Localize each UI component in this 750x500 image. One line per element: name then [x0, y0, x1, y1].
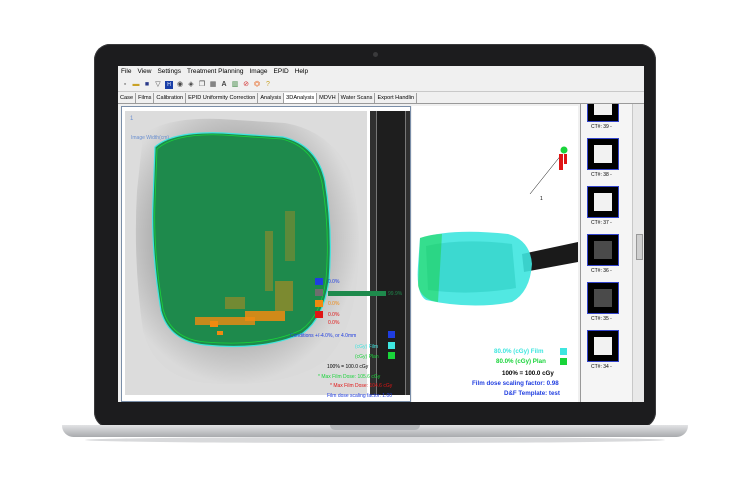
new-file-icon[interactable]: ▫: [121, 81, 129, 89]
plan-legend-label: (cGy) Plan: [355, 354, 379, 360]
film-legend-label: (cGy) Film: [355, 344, 379, 350]
film-swatch: [388, 342, 395, 349]
legend-value-extra: 0.0%: [328, 320, 340, 326]
legend-swatch-blue: [315, 278, 323, 285]
film-threshold-swatch: [560, 348, 567, 355]
ct-thumbnail[interactable]: [587, 186, 619, 218]
3d-view-panel[interactable]: 1 80.0% (cGy) Film 80.0% (cGy) Plan 100%…: [412, 106, 578, 402]
dose-map: 1 Image Width(cm): [125, 111, 367, 395]
ct-thumbnail-label: CT#: 34 -: [591, 364, 612, 370]
ct-slice-image: [594, 241, 612, 259]
menu-file[interactable]: File: [118, 66, 134, 78]
scaling-factor-label: Film dose scaling factor: 0.98: [472, 380, 559, 387]
menu-settings[interactable]: Settings: [154, 66, 184, 78]
ct-slice-image: [594, 145, 612, 163]
epid-icon[interactable]: H: [165, 80, 173, 89]
ct-thumbnail[interactable]: [587, 330, 619, 362]
ct-slice-image: [594, 193, 612, 211]
tab-case[interactable]: Case: [118, 93, 137, 103]
ct-thumbnail-label: CT#: 37 -: [591, 220, 612, 226]
film-threshold-label: 80.0% (cGy) Film: [494, 348, 544, 355]
menu-epid[interactable]: EPID: [271, 66, 292, 78]
help-icon[interactable]: ?: [264, 81, 272, 89]
stop-icon[interactable]: ⊘: [242, 81, 250, 89]
plan-threshold-label: 80.0% (cGy) Plan: [496, 358, 546, 365]
alert-icon[interactable]: ⏣: [253, 81, 261, 89]
copy-icon[interactable]: ❐: [198, 81, 206, 89]
grid-icon[interactable]: ▦: [209, 81, 217, 89]
eye-icon[interactable]: ◉: [176, 81, 184, 89]
dose-image[interactable]: 1 Image Width(cm): [125, 111, 367, 395]
conditions-swatch: [388, 331, 395, 338]
template-label: D&F Template: test: [504, 390, 560, 397]
tab-mdvh[interactable]: MDVH: [317, 93, 339, 103]
conditions-label: Conditions +/-4.0%, or 4.0mm: [290, 333, 357, 339]
menu-view[interactable]: View: [134, 66, 154, 78]
ct-thumbnail-label: CT#: 35 -: [591, 316, 612, 322]
open-folder-icon[interactable]: ▬: [132, 81, 140, 89]
chart-icon[interactable]: ▥: [231, 81, 239, 89]
ct-slice-image: [594, 289, 612, 307]
tab-films[interactable]: Films: [136, 93, 155, 103]
tab-water-scans[interactable]: Water Scans: [339, 93, 376, 103]
ct-thumbnail-list: CT#: 39 - CT#: 38 - CT#: 37 - CT#: 36 - CT#:…: [580, 104, 633, 402]
tab-3danalysis[interactable]: 3DAnalysis: [284, 93, 318, 103]
webcam-icon: [373, 52, 378, 57]
film-contour: [152, 132, 331, 348]
text-icon[interactable]: A: [220, 81, 228, 89]
dose-overlay-panel: 1 Image Width(cm) 0.0% 99.9% 0.0% 0.0% 0…: [121, 106, 411, 402]
legend-value-red: 0.0%: [328, 312, 340, 318]
film-dose-scaling-label: Film dose scaling factor: 1.00: [327, 393, 393, 399]
filter-icon[interactable]: ▽: [154, 81, 162, 89]
tab-bar: Case Films Calibration EPID Uniformity Corr…: [118, 93, 644, 104]
menu-treatment-planning[interactable]: Treatment Planning: [184, 66, 247, 78]
menu-bar: File View Settings Treatment Planning Im…: [118, 66, 644, 78]
legend-value-blue: 0.0%: [328, 279, 340, 285]
legend-swatch-red: [315, 311, 323, 318]
ct-slice-image: [594, 104, 612, 115]
legend-swatch-orange: [315, 300, 323, 307]
pointer-label: 1: [540, 196, 543, 202]
legend-swatch-gray: [315, 289, 323, 296]
menu-image[interactable]: Image: [246, 66, 270, 78]
plan-threshold-swatch: [560, 358, 567, 365]
ct-thumbnail[interactable]: [587, 234, 619, 266]
layers-icon[interactable]: ◈: [187, 81, 195, 89]
toolbar: ▫ ▬ ■ ▽ H ◉ ◈ ❐ ▦ A ▥ ⊘ ⏣ ?: [118, 78, 644, 92]
tab-calibration[interactable]: Calibration: [154, 93, 187, 103]
tab-analysis[interactable]: Analysis: [258, 93, 285, 103]
ct-thumbnail-label: CT#: 39 -: [591, 124, 612, 130]
ct-thumbnail[interactable]: [587, 138, 619, 170]
max-film-dose-label: * Max Film Dose: 105.6 cGy: [318, 374, 381, 380]
ct-thumbnail[interactable]: [587, 104, 619, 122]
plan-swatch: [388, 352, 395, 359]
ct-thumbnail-label: CT#: 38 -: [591, 172, 612, 178]
tab-export-handlin[interactable]: Export Handlin: [375, 93, 418, 103]
image-width-label: Image Width(cm): [131, 135, 169, 141]
laptop-shadow: [85, 437, 665, 443]
scale-label: 100% = 100.0 cGy: [327, 364, 369, 370]
max-film-dose-red-label: * Max Film Dose: 104.6 cGy: [330, 383, 393, 389]
scale-label-3d: 100% = 100.0 cGy: [502, 370, 554, 377]
scroll-thumb[interactable]: [636, 234, 643, 260]
ct-thumbnail-label: CT#: 36 -: [591, 268, 612, 274]
menu-help[interactable]: Help: [292, 66, 311, 78]
tab-epid-uniformity-correction[interactable]: EPID Uniformity Correction: [186, 93, 259, 103]
ct-slice-image: [594, 337, 612, 355]
legend-value-orange: 0.0%: [328, 301, 340, 307]
3d-render: 1: [412, 106, 578, 402]
app-window: File View Settings Treatment Planning Im…: [118, 66, 644, 402]
laptop-notch: [330, 425, 420, 430]
pass-rate-value: 99.9%: [388, 291, 403, 297]
thumbnail-scrollbar[interactable]: [632, 104, 644, 402]
save-icon[interactable]: ■: [143, 81, 151, 89]
ct-thumbnail[interactable]: [587, 282, 619, 314]
pass-rate-bar: [328, 291, 386, 296]
